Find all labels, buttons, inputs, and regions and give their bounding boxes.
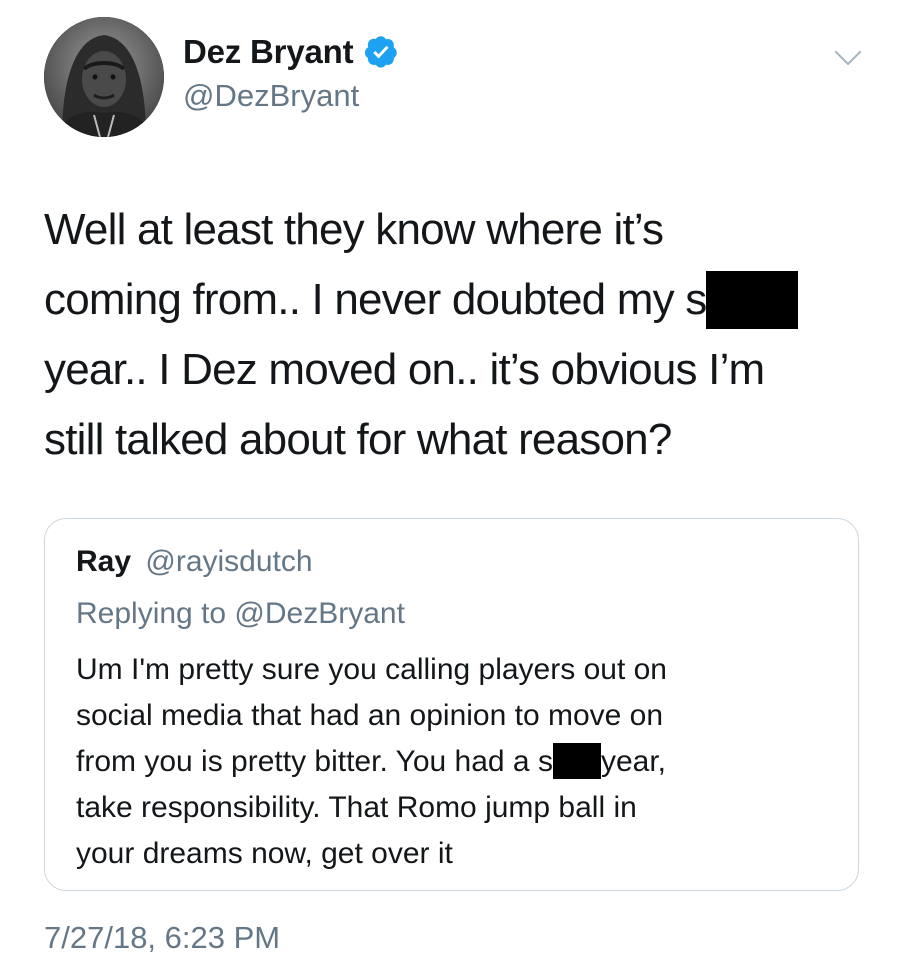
tweet-timestamp[interactable]: 7/27/18, 6:23 PM (44, 920, 280, 956)
tweet-text: Well at least they know where it’s comin… (44, 195, 864, 475)
quoted-tweet-text: Um I'm pretty sure you calling players o… (76, 647, 836, 877)
quoted-text-line: social media that had an opinion to move… (76, 699, 664, 732)
redaction-box (706, 271, 799, 330)
display-name[interactable]: Dez Bryant (183, 33, 354, 71)
quoted-text-line: take responsibility. That Romo jump ball… (76, 791, 637, 824)
tweet-text-segment: coming from.. I never doubted my s (44, 275, 707, 324)
tweet-text-line: still talked about for what reason? (44, 415, 672, 464)
redaction-box (552, 743, 601, 780)
tweet-text-line: Well at least they know where it’s (44, 205, 664, 254)
quoted-text-segment: from you is pretty bitter. You had a s (76, 745, 553, 778)
verified-badge-icon (365, 36, 398, 68)
replying-to-label: Replying to @DezBryant (76, 597, 405, 630)
profile-photo-icon (44, 17, 164, 137)
quoted-text-line: your dreams now, get over it (76, 837, 453, 870)
quoted-handle: @rayisdutch (145, 545, 313, 578)
quoted-text-line: from you is pretty bitter. You had a s ye… (76, 739, 836, 785)
tweet-text-line: year.. I Dez moved on.. it’s obvious I’m (44, 345, 765, 394)
quoted-tweet[interactable]: Ray @rayisdutch Replying to @DezBryant U… (44, 518, 859, 891)
tweet-card: Dez Bryant @DezBryant Well at least they… (0, 0, 900, 980)
avatar[interactable] (44, 17, 164, 137)
quoted-text-line: Um I'm pretty sure you calling players o… (76, 653, 667, 686)
tweet-text-line: coming from.. I never doubted my s (44, 265, 864, 335)
author-name-row[interactable]: Dez Bryant (183, 30, 399, 74)
quoted-display-name: Ray (76, 545, 132, 578)
author-handle[interactable]: @DezBryant (183, 78, 359, 114)
chevron-down-icon[interactable] (832, 46, 864, 70)
quoted-text-segment: year, (600, 745, 666, 778)
quoted-tweet-header: Ray @rayisdutch (76, 545, 313, 579)
